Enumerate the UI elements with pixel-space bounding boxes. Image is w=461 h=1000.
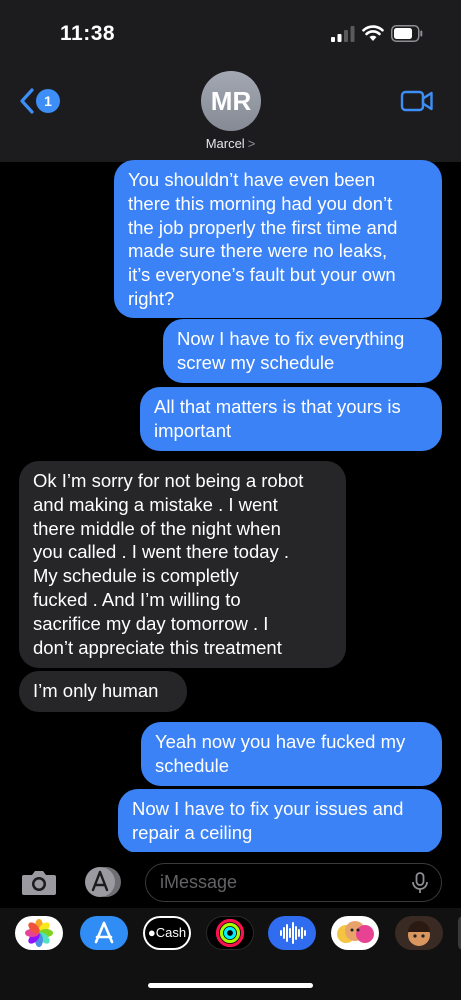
- microphone-icon[interactable]: [410, 872, 430, 894]
- contact-name: Marcel: [205, 136, 245, 151]
- compose-bar: [0, 852, 461, 908]
- message-bubble-sent[interactable]: All that matters is that yours is import…: [140, 387, 442, 451]
- contact-name-button[interactable]: Marcel >: [0, 136, 461, 151]
- chevron-right-icon: >: [247, 136, 256, 151]
- cash-label: Cash: [155, 925, 187, 940]
- message-bubble-sent[interactable]: Yeah now you have fucked my schedule: [141, 722, 442, 786]
- activity-app-icon[interactable]: [206, 916, 254, 950]
- back-button[interactable]: 1: [18, 86, 60, 116]
- cash-app-label: ●Cash: [145, 918, 189, 948]
- message-input[interactable]: [160, 864, 400, 901]
- cellular-signal-icon: [331, 26, 355, 42]
- message-input-container[interactable]: [145, 863, 442, 902]
- apple-logo-icon: ●: [147, 925, 156, 940]
- message-bubble-received[interactable]: Ok I’m sorry for not being a robot and m…: [19, 461, 346, 668]
- message-bubble-sent[interactable]: Now I have to fix everything screw my sc…: [163, 319, 442, 383]
- home-indicator[interactable]: [148, 983, 313, 988]
- wifi-icon: [362, 25, 384, 41]
- app-store-drawer-icon[interactable]: [80, 866, 124, 898]
- message-bubble-sent[interactable]: Now I have to fix your issues and repair…: [118, 789, 442, 853]
- status-time: 11:38: [60, 22, 116, 45]
- photos-app-icon[interactable]: [15, 916, 63, 950]
- message-bubble-sent[interactable]: You shouldn’t have even been there this …: [114, 160, 442, 318]
- audio-message-app-icon[interactable]: [268, 916, 316, 950]
- facetime-video-icon[interactable]: [400, 89, 434, 113]
- cash-app-icon[interactable]: ●Cash: [143, 916, 191, 950]
- app-store-app-icon[interactable]: [80, 916, 128, 950]
- camera-icon[interactable]: [21, 868, 57, 896]
- memoji-stickers-app-icon[interactable]: [331, 916, 379, 950]
- contact-avatar[interactable]: MR: [201, 71, 261, 131]
- conversation-header: 11:38 1 MR Marcel >: [0, 0, 461, 162]
- battery-icon: [391, 25, 423, 42]
- unread-count-badge: 1: [36, 89, 60, 113]
- chevron-left-icon: [20, 88, 34, 114]
- message-bubble-received[interactable]: I’m only human: [19, 671, 187, 712]
- memoji-app-icon[interactable]: [395, 916, 443, 950]
